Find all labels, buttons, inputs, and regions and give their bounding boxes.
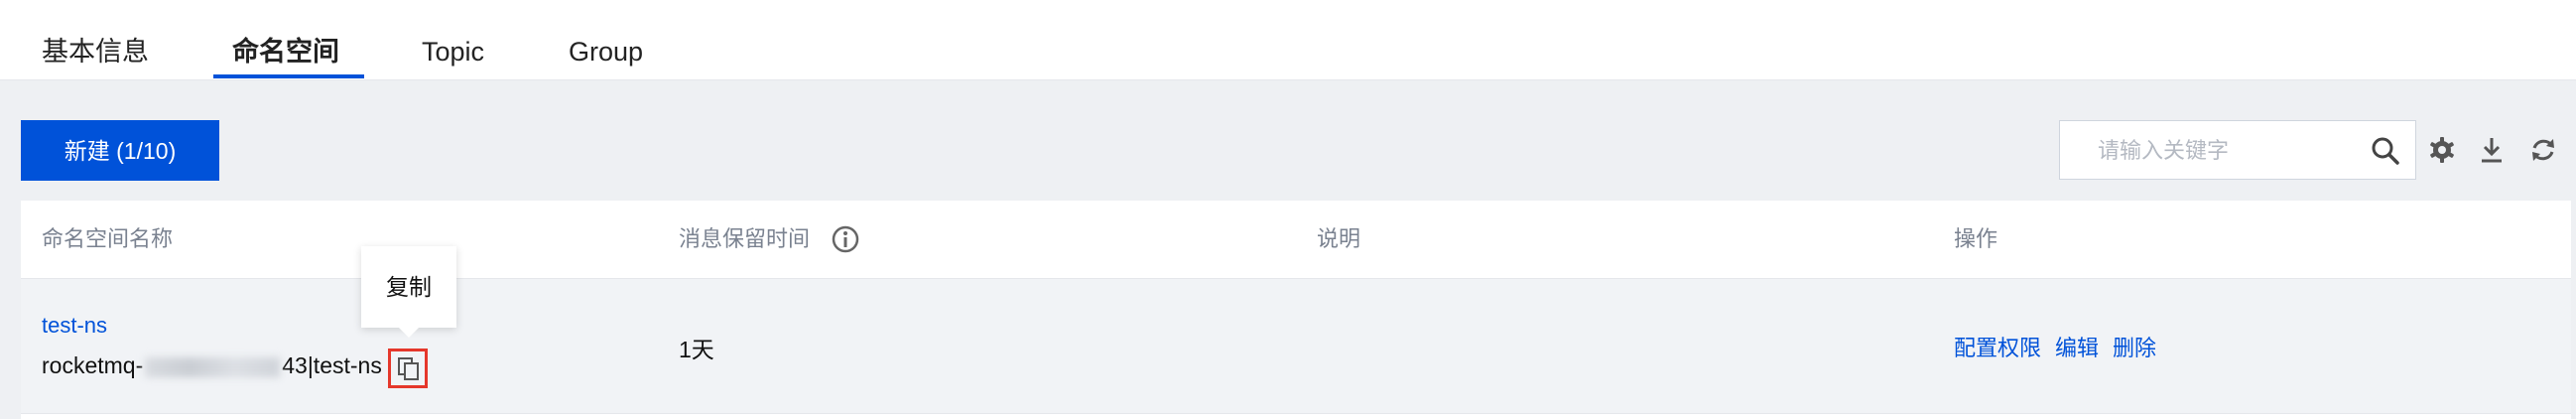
copy-icon — [398, 357, 419, 380]
column-header-name: 命名空间名称 — [42, 226, 174, 251]
retention-value: 1天 — [679, 337, 714, 362]
row-actions: 配置权限 编辑 删除 — [1954, 331, 2170, 362]
column-header-retention: 消息保留时间 — [679, 226, 811, 251]
namespace-id-prefix: rocketmq- — [42, 352, 144, 378]
delete-link[interactable]: 删除 — [2113, 336, 2156, 360]
tab-bar: 基本信息 命名空间 Topic Group — [0, 0, 2576, 80]
namespace-id: rocketmq- 43|test-ns — [42, 352, 382, 379]
search-box — [2059, 120, 2416, 181]
info-icon[interactable] — [831, 224, 860, 254]
download-icon[interactable] — [2477, 135, 2507, 165]
edit-link[interactable]: 编辑 — [2055, 336, 2099, 360]
redacted-text — [145, 356, 281, 377]
configure-permission-link[interactable]: 配置权限 — [1954, 336, 2041, 360]
copy-tooltip: 复制 — [361, 246, 456, 338]
active-tab-indicator — [213, 74, 364, 78]
namespace-id-suffix: 43|test-ns — [282, 352, 382, 378]
namespace-name-link[interactable]: test-ns — [42, 313, 107, 339]
search-icon[interactable] — [2370, 135, 2401, 167]
column-header-actions: 操作 — [1954, 226, 1998, 251]
search-input[interactable] — [2060, 121, 2387, 181]
copy-button[interactable] — [388, 349, 428, 388]
tab-group[interactable]: Group — [569, 0, 643, 79]
tab-basic-info[interactable]: 基本信息 — [42, 0, 149, 79]
refresh-icon[interactable] — [2528, 135, 2558, 165]
tab-topic[interactable]: Topic — [422, 0, 484, 79]
tab-namespace[interactable]: 命名空间 — [232, 0, 339, 79]
column-header-description: 说明 — [1317, 226, 1361, 251]
settings-icon[interactable] — [2427, 135, 2457, 165]
new-namespace-button[interactable]: 新建 (1/10) — [21, 120, 219, 181]
